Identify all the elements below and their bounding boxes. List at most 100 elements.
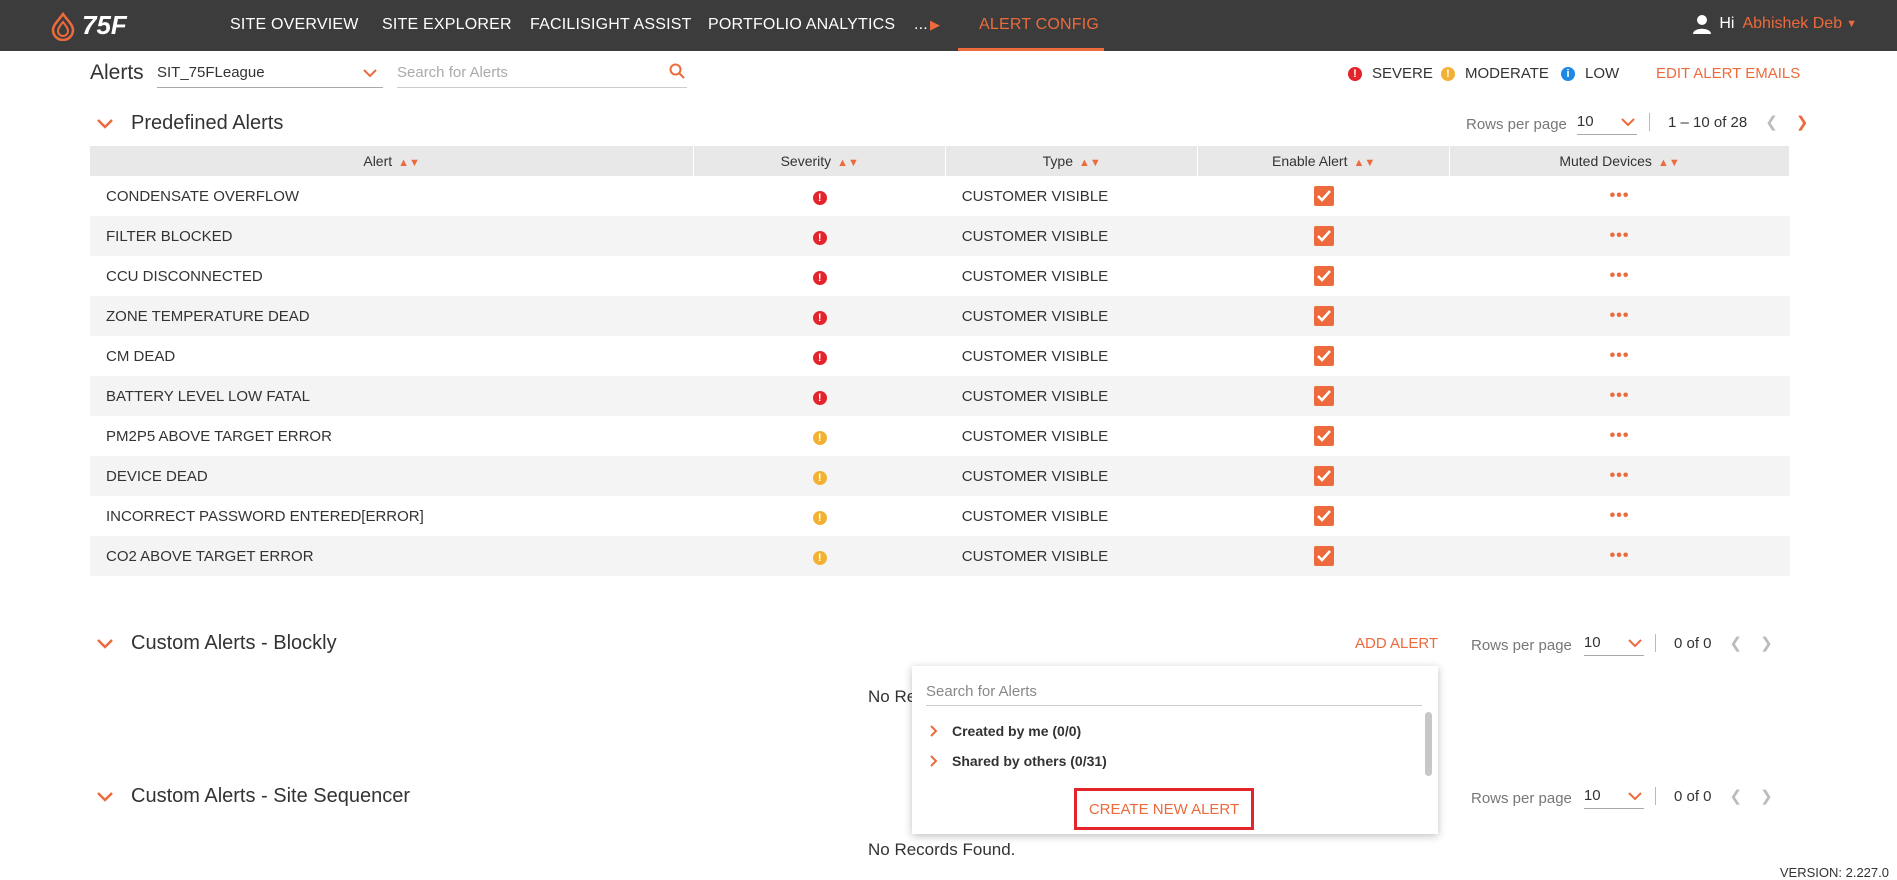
enable-alert-checkbox[interactable] [1313,466,1334,486]
legend-moderate: ! MODERATE [1441,65,1549,82]
enable-alert-checkbox[interactable] [1313,546,1334,566]
chevron-down-icon [1621,118,1635,127]
severity-cell: ! [694,336,946,376]
nav-facilisight-assist[interactable]: FACILISIGHT ASSIST [530,16,692,34]
alert-search-input[interactable]: Search for Alerts [397,60,687,88]
section-title: Custom Alerts - Blockly [131,632,337,654]
muted-devices-cell: ••• [1450,256,1790,296]
chevron-down-icon[interactable] [97,118,113,129]
enable-alert-checkbox[interactable] [1313,506,1334,526]
severity-cell: ! [694,416,946,456]
enable-alert-checkbox[interactable] [1313,186,1334,206]
group-label: Created by me (0/0) [952,723,1082,739]
rows-per-page-select[interactable]: 10 [1583,787,1644,809]
muted-devices-cell: ••• [1449,216,1790,256]
enable-alert-checkbox[interactable] [1313,386,1334,406]
sequencer-alerts-header[interactable]: Custom Alerts - Site Sequencer [97,785,410,808]
more-options-icon[interactable]: ••• [1610,267,1630,284]
severity-cell: ! [693,536,946,576]
column-header-alert[interactable]: Alert ▲▼ [90,146,695,176]
muted-devices-cell: ••• [1450,176,1790,216]
nav-site-explorer[interactable]: SITE EXPLORER [382,16,512,34]
rows-per-page-select[interactable]: 10 [1576,113,1637,135]
next-page-icon[interactable]: ❯ [1760,787,1773,805]
group-created-by-me[interactable]: Created by me (0/0) [930,723,1081,739]
more-options-icon[interactable]: ••• [1610,187,1630,204]
alert-name-cell: CONDENSATE OVERFLOW [106,187,300,205]
site-selector[interactable]: SIT_75FLeague [157,60,383,88]
add-alert-dropdown: Search for Alerts Created by me (0/0) Sh… [912,666,1438,834]
enable-alert-checkbox[interactable] [1313,426,1334,446]
prev-page-icon[interactable]: ❮ [1730,634,1743,652]
search-icon[interactable] [669,63,685,79]
severity-cell: ! [693,376,946,416]
create-new-alert-button[interactable]: CREATE NEW ALERT [1074,788,1254,830]
alert-name-cell: ZONE TEMPERATURE DEAD [90,296,694,336]
pagination: 0 of 0 ❮ ❯ [1655,634,1773,652]
severity-cell: ! [694,176,946,216]
chevron-down-icon[interactable] [97,638,113,649]
chevron-down-icon[interactable] [97,791,113,802]
moderate-icon: ! [812,470,827,485]
enable-alert-cell [1198,256,1450,296]
sort-icon: ▲▼ [837,157,859,169]
muted-devices-cell: ••• [1449,376,1790,416]
edit-alert-emails-button[interactable]: EDIT ALERT EMAILS [1656,65,1800,82]
add-alert-button[interactable]: ADD ALERT [1355,635,1438,652]
no-records-text: No Re [868,687,917,706]
page-range: 0 of 0 [1674,787,1712,805]
more-options-icon[interactable]: ••• [1610,547,1630,564]
table-row: ZONE TEMPERATURE DEAD! CUSTOMER VISIBLE ••… [90,296,1790,336]
table-row: CCU DISCONNECTED! CUSTOMER VISIBLE ••• [90,256,1790,296]
enable-alert-cell [1198,416,1450,456]
brand-logo[interactable]: 75F [48,10,127,41]
column-header-enable-alert[interactable]: Enable Alert ▲▼ [1197,146,1451,176]
table-row: FILTER BLOCKED! CUSTOMER VISIBLE ••• [90,216,1790,256]
dropdown-scrollbar[interactable] [1425,712,1432,776]
column-header-severity[interactable]: Severity ▲▼ [693,146,947,176]
blockly-alerts-header[interactable]: Custom Alerts - Blockly [97,632,337,655]
more-options-icon[interactable]: ••• [1610,467,1630,484]
enable-alert-checkbox[interactable] [1313,306,1334,326]
more-options-icon[interactable]: ••• [1610,427,1630,444]
severity-cell: ! [694,256,946,296]
legend-moderate-label: MODERATE [1465,65,1549,82]
dropdown-search-input[interactable]: Search for Alerts [926,680,1422,706]
nav-alert-config[interactable]: ALERT CONFIG [979,16,1099,34]
column-header-type[interactable]: Type ▲▼ [945,146,1199,176]
user-menu[interactable]: Hi Abhishek Deb ▼ [1693,14,1857,34]
moderate-icon: ! [812,550,827,565]
predefined-alerts-header[interactable]: Predefined Alerts [97,112,283,135]
group-label: Shared by others (0/31) [952,753,1107,769]
more-options-icon[interactable]: ••• [1610,387,1630,404]
rows-per-page-select[interactable]: 10 [1583,634,1644,656]
more-options-icon[interactable]: ••• [1610,307,1630,324]
nav-site-overview[interactable]: SITE OVERVIEW [230,16,359,34]
next-page-icon[interactable]: ❯ [1796,113,1809,131]
legend-low: i LOW [1561,65,1619,82]
rows-per-page-value: 10 [1583,787,1601,804]
predefined-alerts-table: Alert ▲▼ Severity ▲▼ Type ▲▼ Enable Alert ▲▼… [90,146,1790,576]
alert-name-cell: CM DEAD [106,347,176,365]
more-options-icon[interactable]: ••• [1610,227,1630,244]
severe-icon: ! [812,270,827,285]
type-cell: CUSTOMER VISIBLE [945,376,1198,416]
brand-logo-text: 75F [82,10,127,40]
more-options-icon[interactable]: ••• [1610,507,1630,524]
column-header-muted-devices[interactable]: Muted Devices ▲▼ [1449,146,1790,176]
group-shared-by-others[interactable]: Shared by others (0/31) [930,753,1107,769]
nav-portfolio-analytics[interactable]: PORTFOLIO ANALYTICS [708,16,895,34]
enable-alert-checkbox[interactable] [1313,346,1334,366]
type-cell: CUSTOMER VISIBLE [945,296,1198,336]
page-title: Alerts [90,61,144,84]
nav-more[interactable]: ... ▶ [914,16,940,34]
type-cell: CUSTOMER VISIBLE [961,427,1109,445]
enable-alert-cell [1198,496,1450,536]
prev-page-icon[interactable]: ❮ [1730,787,1743,805]
more-options-icon[interactable]: ••• [1610,347,1630,364]
enable-alert-checkbox[interactable] [1313,266,1334,286]
enable-alert-checkbox[interactable] [1313,226,1334,246]
rows-per-page: Rows per page 10 [1471,634,1644,656]
prev-page-icon[interactable]: ❮ [1765,113,1778,131]
next-page-icon[interactable]: ❯ [1760,634,1773,652]
